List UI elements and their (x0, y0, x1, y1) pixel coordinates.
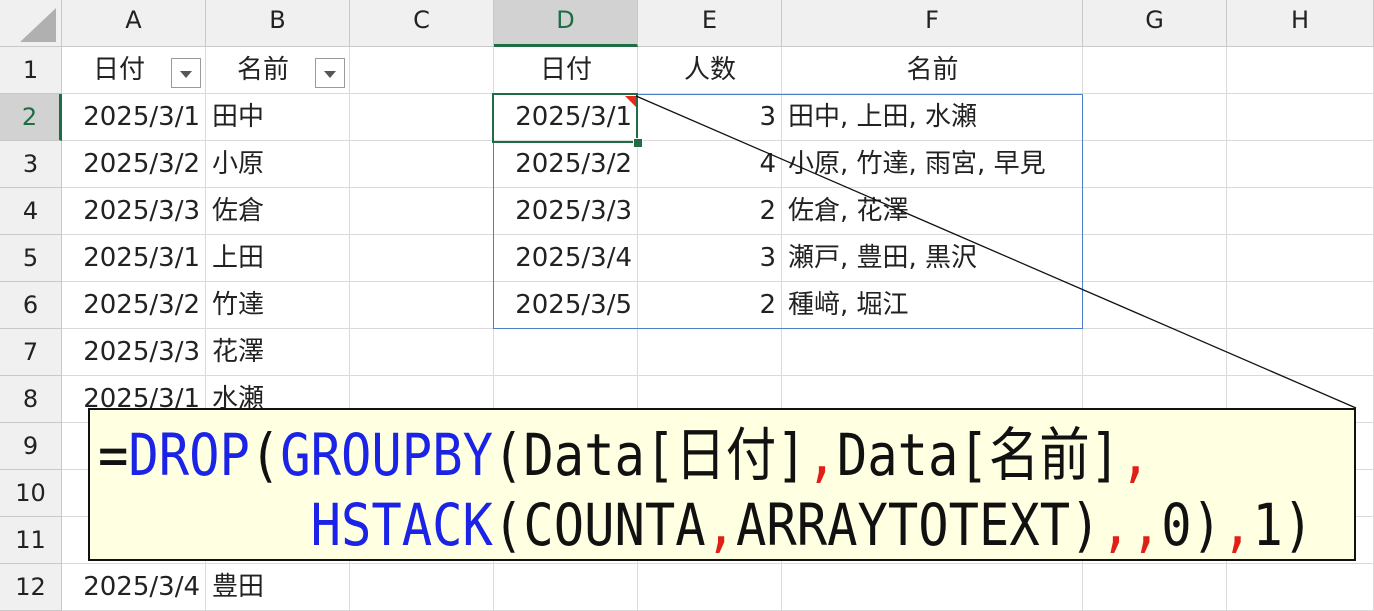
formula-indent (98, 491, 311, 559)
formula-text: ( (249, 421, 281, 489)
formula-text: 1) (1252, 491, 1314, 559)
formula-text: 0) (1161, 491, 1223, 559)
formula-callout: =DROP(GROUPBY(Data[日付],Data[名前], HSTACK(… (88, 408, 1356, 561)
formula-text: Data[名前] (836, 421, 1121, 489)
formula-function-name: HSTACK (310, 491, 493, 559)
formula-separator: , (705, 491, 736, 559)
formula-text: (COUNTA (492, 491, 706, 559)
formula-separator: , (1222, 491, 1253, 559)
formula-text: = (98, 421, 129, 489)
formula-separator: , (806, 421, 837, 489)
formula-separator: ,, (1100, 491, 1162, 559)
formula-line-1: =DROP(GROUPBY(Data[日付],Data[名前], (98, 420, 1191, 490)
formula-text: ARRAYTOTEXT) (735, 491, 1101, 559)
formula-separator: , (1120, 421, 1151, 489)
formula-line-2: HSTACK(COUNTA,ARRAYTOTEXT),,0),1) (98, 490, 1314, 560)
formula-function-name: GROUPBY (280, 421, 493, 489)
formula-function-name: DROP (128, 421, 250, 489)
formula-text: (Data[日付] (492, 421, 807, 489)
